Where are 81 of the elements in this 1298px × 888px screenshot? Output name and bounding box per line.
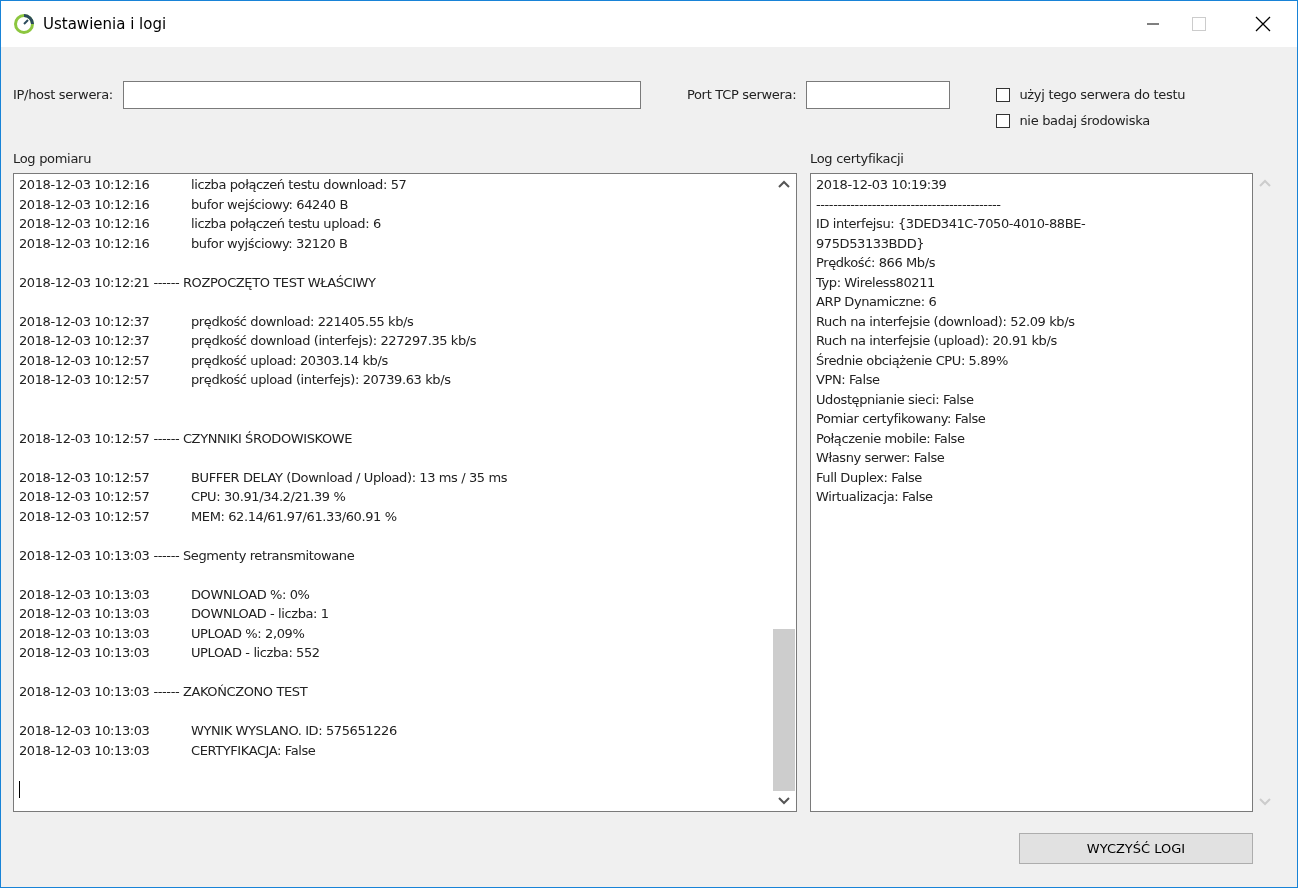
host-input-field[interactable] [122, 81, 641, 109]
log-time: 2018-12-03 10:12:16 [19, 216, 151, 232]
certification-log-area[interactable] [810, 173, 1253, 812]
log-line: Full Duplex: False [816, 468, 923, 487]
log-time: 2018-12-03 10:13:03 [19, 547, 150, 563]
log-time: 2018-12-03 10:12:57 [19, 372, 151, 388]
log-time: 2018-12-03 10:13:03 [19, 742, 151, 758]
log-message: prędkość upload (interfejs): 20739.63 kb/s [191, 372, 451, 388]
log-time: 2018-12-03 10:12:21 [19, 274, 150, 290]
log-line: Udostępnianie sieci: False [816, 390, 975, 409]
port-label: Port TCP serwera: [686, 87, 797, 102]
log-line: 975D53133BDD} [816, 234, 926, 253]
log-message: liczba połączeń testu download: 57 [191, 177, 407, 193]
log-message: liczba połączeń testu upload: 6 [191, 216, 381, 232]
checkbox[interactable] [996, 87, 1011, 102]
log-time: 2018-12-03 10:13:03 [19, 723, 151, 739]
log-line: Ruch na interfejsie (download): 52.09 kb/s [816, 312, 1076, 331]
host-label: IP/host serwera: [13, 87, 113, 102]
log-message: prędkość download (interfejs): 227297.35 kb/s [191, 333, 477, 349]
log-message: UPLOAD %: 2,09% [191, 625, 305, 641]
measurement-log-label: Log pomiaru [13, 151, 93, 168]
log-line: Prędkość: 866 Mb/s [816, 254, 937, 273]
log-line: ID interfejsu: {3DED341C-7050-4010-88BE- [816, 215, 1087, 234]
scroll-down-icon [1259, 798, 1271, 806]
log-section-header: ------ CZYNNIKI ŚRODOWISKOWE [153, 430, 353, 446]
scrollbar-thumb[interactable] [773, 629, 795, 791]
log-message: bufor wejściowy: 64240 B [191, 196, 348, 212]
port-input-field[interactable] [806, 81, 951, 109]
scroll-down-icon[interactable] [778, 797, 790, 805]
log-message: CPU: 30.91/34.2/21.39 % [191, 489, 346, 505]
log-time: 2018-12-03 10:13:03 [19, 606, 151, 622]
close-icon[interactable] [1255, 16, 1271, 32]
log-time: 2018-12-03 10:13:03 [19, 645, 151, 661]
log-time: 2018-12-03 10:12:37 [19, 333, 151, 349]
log-time: 2018-12-03 10:12:57 [19, 508, 151, 524]
checkbox-label: użyj tego serwera do testu [1019, 87, 1186, 102]
scroll-up-icon[interactable] [778, 180, 790, 188]
measurement-log-area[interactable] [13, 173, 797, 812]
clear-logs-button[interactable]: WYCZYŚĆ LOGI [1019, 833, 1253, 864]
log-message: DOWNLOAD - liczba: 1 [191, 606, 329, 622]
log-message: CERTYFIKACJA: False [191, 742, 316, 758]
log-time: 2018-12-03 10:12:16 [19, 177, 151, 193]
log-line: Wirtualizacja: False [816, 488, 934, 507]
text-cursor [19, 780, 20, 798]
log-time: 2018-12-03 10:12:57 [19, 469, 151, 485]
log-time: 2018-12-03 10:12:57 [19, 489, 151, 505]
log-time: 2018-12-03 10:12:37 [19, 313, 151, 329]
log-message: UPLOAD - liczba: 552 [191, 645, 320, 661]
scroll-up-icon [1259, 179, 1271, 187]
log-line: Własny serwer: False [816, 449, 946, 468]
gauge-icon [13, 13, 35, 35]
log-time: 2018-12-03 10:12:57 [19, 352, 151, 368]
log-line: ------------------------------------------- [816, 195, 1002, 214]
log-message: WYNIK WYSLANO. ID: 575651226 [191, 723, 397, 739]
log-time: 2018-12-03 10:12:57 [19, 430, 150, 446]
log-line: 2018-12-03 10:19:39 [816, 176, 948, 195]
log-message: DOWNLOAD %: 0% [191, 586, 310, 602]
certification-log-label: Log certyfikacji [810, 151, 905, 168]
log-line: Pomiar certyfikowany: False [816, 410, 987, 429]
log-section-header: ------ ROZPOCZĘTO TEST WŁAŚCIWY [153, 274, 376, 290]
log-line: Ruch na interfejsie (upload): 20.91 kb/s [816, 332, 1058, 351]
window-title: Ustawienia i logi [43, 15, 167, 33]
log-message: prędkość upload: 20303.14 kb/s [191, 352, 388, 368]
log-time: 2018-12-03 10:12:16 [19, 196, 151, 212]
log-time: 2018-12-03 10:13:03 [19, 586, 151, 602]
log-section-header: ------ Segmenty retransmitowane [153, 547, 355, 563]
log-line: Typ: Wireless80211 [816, 273, 936, 292]
log-line: ARP Dynamiczne: 6 [816, 293, 938, 312]
checkbox[interactable] [996, 113, 1011, 128]
log-message: prędkość download: 221405.55 kb/s [191, 313, 414, 329]
log-time: 2018-12-03 10:13:03 [19, 625, 151, 641]
log-line: Połączenie mobile: False [816, 429, 966, 448]
checkbox-label: nie badaj środowiska [1019, 113, 1150, 128]
log-time: 2018-12-03 10:13:03 [19, 684, 150, 700]
log-line: Średnie obciążenie CPU: 5.89% [816, 351, 1009, 370]
log-section-header: ------ ZAKOŃCZONO TEST [153, 684, 308, 700]
log-message: BUFFER DELAY (Download / Upload): 13 ms / 35 ms [191, 469, 508, 485]
log-line: VPN: False [816, 371, 881, 390]
log-message: bufor wyjściowy: 32120 B [191, 235, 348, 251]
log-message: MEM: 62.14/61.97/61.33/60.91 % [191, 508, 397, 524]
log-time: 2018-12-03 10:12:16 [19, 235, 151, 251]
